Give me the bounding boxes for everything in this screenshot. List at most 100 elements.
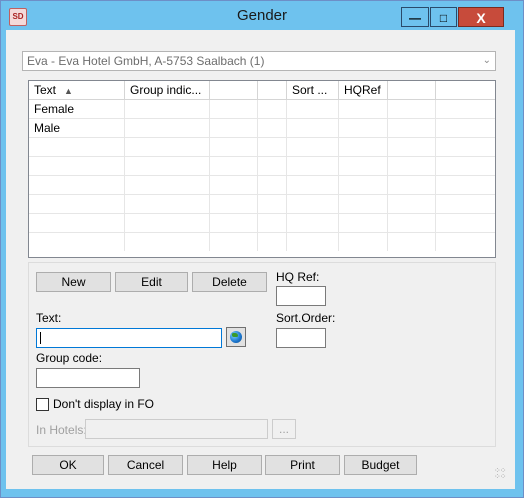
- hotel-selector-value: Eva - Eva Hotel GmbH, A-5753 Saalbach (1…: [27, 54, 265, 68]
- in-hotels-browse-button: ...: [272, 419, 296, 439]
- cell-empty: [436, 176, 495, 194]
- cell-text: Female: [29, 100, 125, 118]
- cell-empty: [339, 138, 388, 156]
- cell-sort-order: [287, 119, 339, 137]
- hq-ref-label: HQ Ref:: [276, 270, 320, 284]
- cell-blank: [258, 100, 287, 118]
- cell-empty: [125, 195, 210, 213]
- column-header-hqref[interactable]: HQRef: [339, 81, 388, 99]
- help-button[interactable]: Help: [187, 455, 262, 475]
- cell-empty: [125, 233, 210, 251]
- cell-blank: [436, 119, 495, 137]
- cell-empty: [388, 214, 436, 232]
- new-button[interactable]: New: [36, 272, 111, 292]
- table-row-empty: [29, 157, 495, 176]
- cell-empty: [287, 138, 339, 156]
- cell-blank: [258, 119, 287, 137]
- column-header-group-indicator[interactable]: Group indic...: [125, 81, 210, 99]
- column-header-blank[interactable]: [258, 81, 287, 99]
- text-field[interactable]: [36, 328, 222, 348]
- table-row-empty: [29, 138, 495, 157]
- hotel-selector[interactable]: Eva - Eva Hotel GmbH, A-5753 Saalbach (1…: [22, 51, 496, 71]
- table-header: Text ▲ Group indic... Sort ... HQRef: [29, 81, 495, 100]
- cell-empty: [210, 214, 258, 232]
- sort-ascending-icon: ▲: [64, 86, 73, 96]
- cell-empty: [388, 138, 436, 156]
- maximize-button[interactable]: □: [430, 7, 457, 27]
- cell-empty: [287, 233, 339, 251]
- globe-land-shape: [232, 333, 238, 337]
- cell-empty: [436, 214, 495, 232]
- delete-button[interactable]: Delete: [192, 272, 267, 292]
- cell-hqref: [339, 119, 388, 137]
- cell-group-indicator: [125, 100, 210, 118]
- cell-text: Male: [29, 119, 125, 137]
- cancel-button[interactable]: Cancel: [108, 455, 183, 475]
- text-cursor: [40, 332, 41, 344]
- cell-empty: [258, 195, 287, 213]
- sort-order-label: Sort.Order:: [276, 311, 336, 325]
- cell-empty: [29, 138, 125, 156]
- sort-order-field[interactable]: [276, 328, 326, 348]
- cell-blank: [388, 119, 436, 137]
- dont-display-in-fo-checkbox[interactable]: [36, 398, 49, 411]
- cell-empty: [29, 195, 125, 213]
- cell-empty: [436, 157, 495, 175]
- ok-button[interactable]: OK: [32, 455, 104, 475]
- cell-blank: [436, 100, 495, 118]
- minimize-button[interactable]: —: [401, 7, 429, 27]
- text-label: Text:: [36, 311, 62, 325]
- cell-sort-order: [287, 100, 339, 118]
- column-header-blank[interactable]: [210, 81, 258, 99]
- edit-button[interactable]: Edit: [115, 272, 188, 292]
- title-bar[interactable]: SD Gender — □ X: [1, 1, 523, 31]
- cell-empty: [339, 214, 388, 232]
- cell-empty: [287, 195, 339, 213]
- table-row-empty: [29, 176, 495, 195]
- cell-empty: [258, 233, 287, 251]
- cell-empty: [339, 157, 388, 175]
- in-hotels-label: In Hotels:: [36, 423, 87, 437]
- table-row[interactable]: Male: [29, 119, 495, 138]
- table-row-empty: [29, 233, 495, 252]
- cell-empty: [388, 176, 436, 194]
- print-button[interactable]: Print: [265, 455, 340, 475]
- chevron-down-icon[interactable]: ⌄: [483, 52, 491, 70]
- resize-grip-icon[interactable]: ⁘⁘ ⁘⁘: [494, 467, 506, 481]
- group-code-label: Group code:: [36, 351, 103, 365]
- cell-blank: [388, 100, 436, 118]
- cell-empty: [436, 138, 495, 156]
- cell-empty: [287, 176, 339, 194]
- cell-empty: [29, 233, 125, 251]
- cell-empty: [388, 195, 436, 213]
- cell-empty: [29, 214, 125, 232]
- close-button[interactable]: X: [458, 7, 504, 27]
- cell-empty: [339, 195, 388, 213]
- translate-button[interactable]: [226, 327, 246, 347]
- cell-blank: [210, 100, 258, 118]
- cell-empty: [258, 214, 287, 232]
- gender-table[interactable]: Text ▲ Group indic... Sort ... HQRef Fema…: [28, 80, 496, 258]
- column-header-sort-order[interactable]: Sort ...: [287, 81, 339, 99]
- cell-empty: [210, 176, 258, 194]
- column-header-blank[interactable]: [436, 81, 495, 99]
- cell-empty: [258, 138, 287, 156]
- table-row-empty: [29, 214, 495, 233]
- table-row[interactable]: Female: [29, 100, 495, 119]
- column-header-blank[interactable]: [388, 81, 436, 99]
- hq-ref-field[interactable]: [276, 286, 326, 306]
- cell-empty: [287, 214, 339, 232]
- budget-button[interactable]: Budget: [344, 455, 417, 475]
- cell-empty: [125, 157, 210, 175]
- cell-hqref: [339, 100, 388, 118]
- group-code-field[interactable]: [36, 368, 140, 388]
- cell-empty: [258, 176, 287, 194]
- table-row-empty: [29, 195, 495, 214]
- cell-empty: [125, 214, 210, 232]
- cell-empty: [388, 233, 436, 251]
- column-header-text[interactable]: Text ▲: [29, 81, 125, 99]
- dont-display-in-fo-label[interactable]: Don't display in FO: [53, 397, 154, 411]
- cell-empty: [436, 195, 495, 213]
- cell-empty: [339, 176, 388, 194]
- cell-empty: [29, 157, 125, 175]
